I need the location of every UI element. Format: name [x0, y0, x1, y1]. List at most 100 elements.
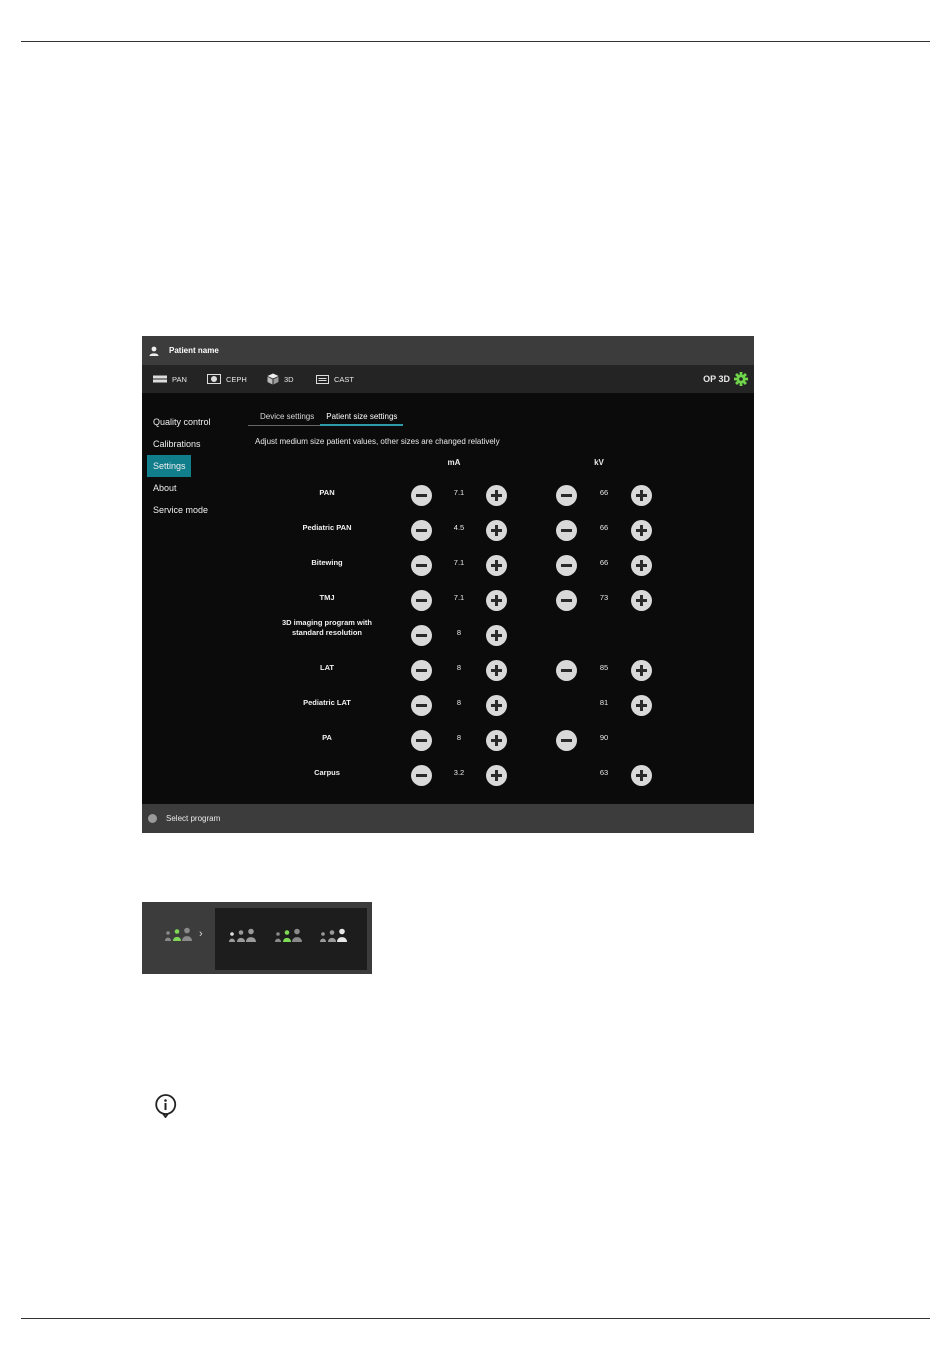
pan-ma-increase-button[interactable]: [486, 485, 507, 506]
program-label: Bitewing: [311, 558, 343, 567]
page-bottom-rule: [21, 1318, 930, 1319]
3d-imaging-program-with-ma-decrease-button[interactable]: [411, 625, 432, 646]
program-label: PAN: [319, 488, 335, 497]
tab-patient-size-settings[interactable]: Patient size settings: [320, 408, 404, 426]
pediatric-pan-ma-value: 4.5: [453, 523, 465, 532]
mode-ceph-label: CEPH: [226, 374, 247, 384]
settings-tabs: Device settings Patient size settings: [248, 408, 404, 426]
carpus-ma-decrease-button[interactable]: [411, 765, 432, 786]
patient-size-medium-option[interactable]: [274, 928, 304, 947]
pediatric-pan-kv-increase-button[interactable]: [631, 520, 652, 541]
bitewing-ma-decrease-button[interactable]: [411, 555, 432, 576]
lat-ma-decrease-button[interactable]: [411, 660, 432, 681]
status-text: Select program: [166, 814, 221, 823]
tmj-ma-decrease-button[interactable]: [411, 590, 432, 611]
pediatric-lat-kv-value: 81: [599, 698, 609, 707]
tmj-kv-decrease-button[interactable]: [556, 590, 577, 611]
patient-size-large-option[interactable]: [319, 928, 349, 947]
gear-icon: [734, 372, 748, 386]
column-header-ma: mA: [447, 458, 461, 467]
pediatric-lat-kv-increase-button[interactable]: [631, 695, 652, 716]
pan-kv-decrease-button[interactable]: [556, 485, 577, 506]
patient-silhouettes-icon: [275, 928, 302, 942]
mode-3d-button[interactable]: 3D: [267, 365, 294, 393]
tmj-ma-value: 7.1: [453, 593, 465, 602]
carpus-kv-increase-button[interactable]: [631, 765, 652, 786]
bitewing-kv-increase-button[interactable]: [631, 555, 652, 576]
mode-pan-button[interactable]: PAN: [153, 365, 187, 393]
program-row: PAN 7.1 66: [142, 484, 754, 514]
patient-silhouettes-icon: [320, 928, 347, 942]
instruction-text: Adjust medium size patient values, other…: [255, 437, 500, 446]
patient-name-label: Patient name: [169, 346, 219, 355]
program-row: Pediatric PAN 4.5 66: [142, 519, 754, 549]
program-label: Carpus: [314, 768, 340, 777]
tmj-kv-value: 73: [599, 593, 609, 602]
program-row: TMJ 7.1 73: [142, 589, 754, 619]
program-label: TMJ: [319, 593, 335, 602]
bitewing-kv-decrease-button[interactable]: [556, 555, 577, 576]
mode-ceph-button[interactable]: CEPH: [207, 365, 247, 393]
pa-ma-value: 8: [456, 733, 462, 742]
bitewing-ma-increase-button[interactable]: [486, 555, 507, 576]
device-name-label: OP 3D: [703, 374, 730, 384]
bitewing-ma-value: 7.1: [453, 558, 465, 567]
person-icon: [149, 346, 159, 356]
pediatric-lat-ma-increase-button[interactable]: [486, 695, 507, 716]
program-row: PA 8 90: [142, 729, 754, 759]
patient-size-selector: ›: [142, 902, 372, 974]
mode-3d-label: 3D: [284, 374, 294, 384]
patient-size-small-option[interactable]: [228, 928, 258, 947]
bitewing-kv-value: 66: [599, 558, 609, 567]
column-header-kv: kV: [594, 458, 604, 467]
lat-kv-decrease-button[interactable]: [556, 660, 577, 681]
tmj-kv-increase-button[interactable]: [631, 590, 652, 611]
info-icon: [155, 1094, 177, 1118]
ceph-icon: [207, 374, 221, 384]
pan-ma-decrease-button[interactable]: [411, 485, 432, 506]
program-label: LAT: [319, 663, 335, 672]
lat-ma-value: 8: [456, 663, 462, 672]
cube-icon: [267, 373, 279, 385]
sidebar-item-calibrations[interactable]: Calibrations: [147, 433, 237, 455]
lat-kv-value: 85: [599, 663, 609, 672]
chevron-right-icon: ›: [199, 928, 203, 940]
program-row: 3D imaging program with standard resolut…: [142, 618, 754, 654]
device-settings-screen: Patient name PAN CEPH 3D CAST OP 3D Qual…: [142, 336, 754, 833]
pa-ma-increase-button[interactable]: [486, 730, 507, 751]
patient-bar[interactable]: Patient name: [142, 336, 754, 365]
tab-device-settings[interactable]: Device settings: [248, 408, 320, 425]
pediatric-lat-ma-decrease-button[interactable]: [411, 695, 432, 716]
pediatric-pan-kv-value: 66: [599, 523, 609, 532]
pediatric-pan-ma-increase-button[interactable]: [486, 520, 507, 541]
sidebar-item-quality-control[interactable]: Quality control: [147, 411, 237, 433]
pa-ma-decrease-button[interactable]: [411, 730, 432, 751]
carpus-ma-increase-button[interactable]: [486, 765, 507, 786]
program-row: LAT 8 85: [142, 659, 754, 689]
tmj-ma-increase-button[interactable]: [486, 590, 507, 611]
sidebar-item-settings[interactable]: Settings: [147, 455, 191, 477]
program-label: 3D imaging program with standard resolut…: [281, 618, 372, 637]
patient-size-options: [215, 908, 367, 970]
3d-imaging-program-with-ma-value: 8: [456, 628, 462, 637]
pediatric-pan-kv-decrease-button[interactable]: [556, 520, 577, 541]
pan-kv-increase-button[interactable]: [631, 485, 652, 506]
program-row: Bitewing 7.1 66: [142, 554, 754, 584]
mode-cast-label: CAST: [334, 374, 355, 384]
lat-kv-increase-button[interactable]: [631, 660, 652, 681]
pan-ma-value: 7.1: [453, 488, 465, 497]
cast-icon: [316, 374, 329, 384]
program-label: Pediatric PAN: [302, 523, 352, 532]
3d-imaging-program-with-ma-increase-button[interactable]: [486, 625, 507, 646]
mode-cast-button[interactable]: CAST: [316, 365, 354, 393]
page-top-rule: [21, 41, 930, 42]
lat-ma-increase-button[interactable]: [486, 660, 507, 681]
pediatric-pan-ma-decrease-button[interactable]: [411, 520, 432, 541]
device-status[interactable]: OP 3D: [703, 365, 748, 393]
pa-kv-decrease-button[interactable]: [556, 730, 577, 751]
program-mode-bar: PAN CEPH 3D CAST OP 3D: [142, 365, 754, 393]
program-label: PA: [322, 733, 332, 742]
status-bar: Select program: [142, 804, 754, 833]
program-row: Pediatric LAT 8 81: [142, 694, 754, 724]
current-patient-size[interactable]: [164, 927, 194, 946]
